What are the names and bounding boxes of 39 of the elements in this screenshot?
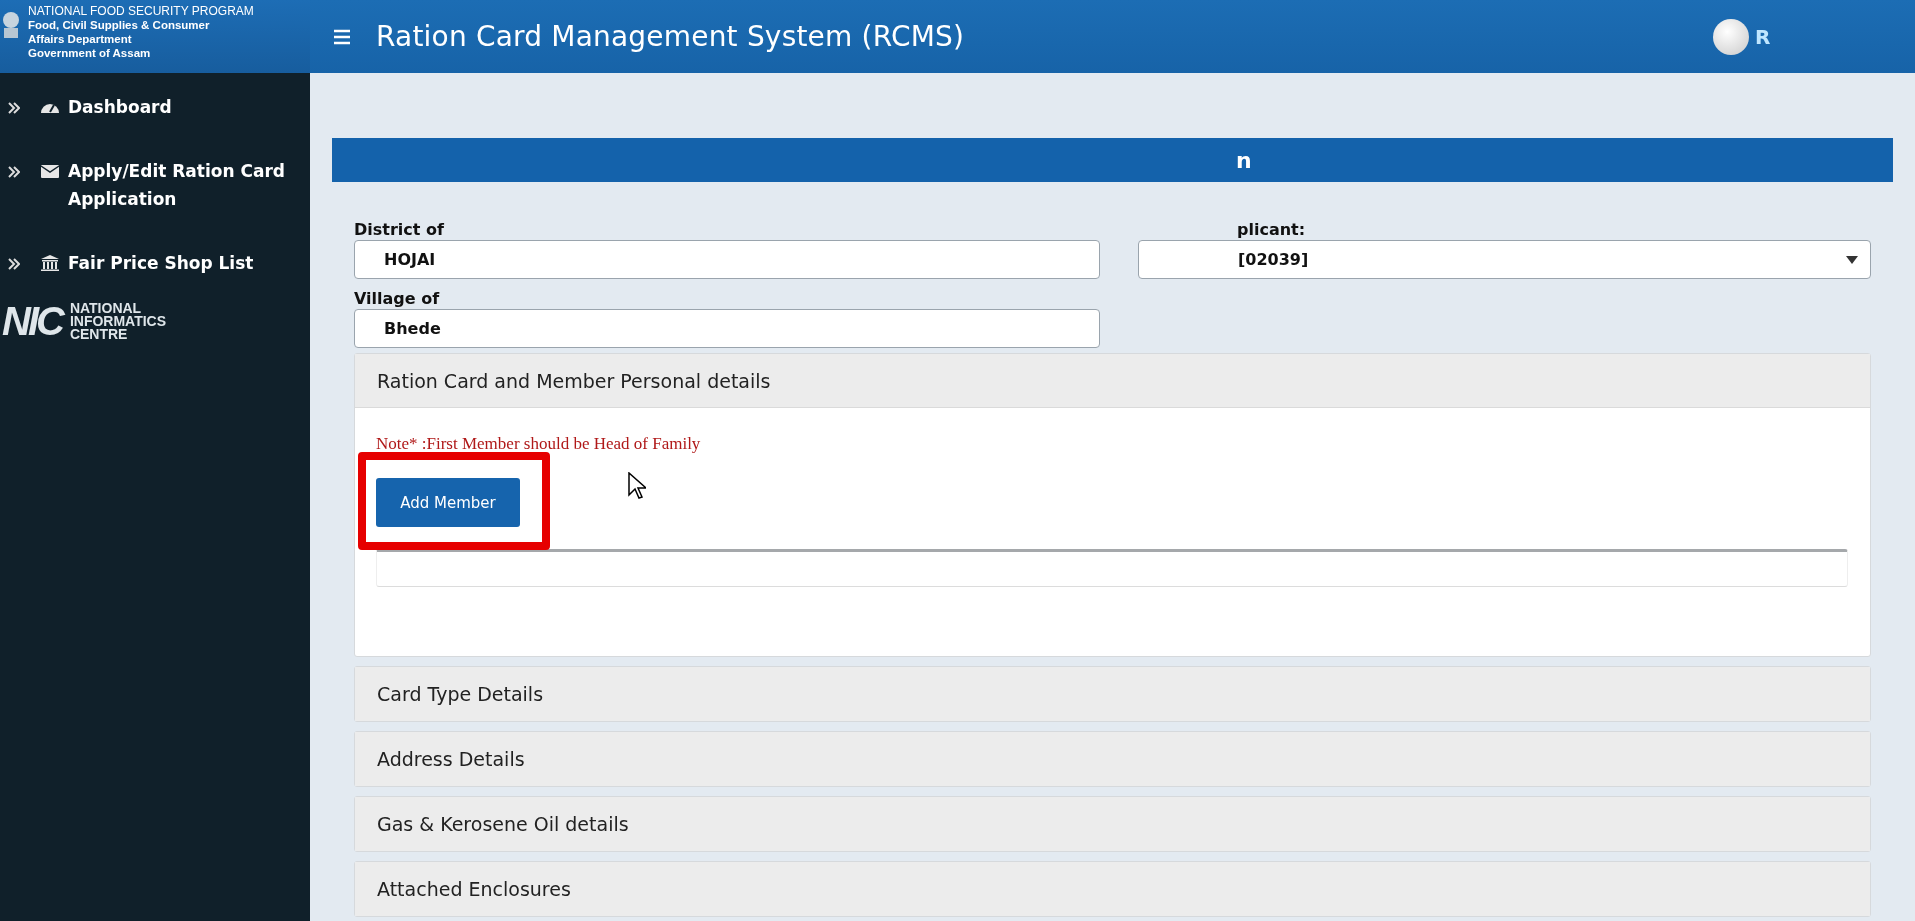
field-label: plicant:: [1236, 220, 1307, 237]
sidebar-item[interactable]: Apply/Edit Ration Card Application: [0, 151, 310, 219]
section-header[interactable]: Ration Card and Member Personal details: [355, 354, 1870, 408]
user-name[interactable]: R: [1755, 24, 1915, 49]
sidebar-item-label: Apply/Edit Ration Card Application: [68, 160, 286, 211]
double-chevron-icon: [8, 102, 20, 114]
input-field[interactable]: Bhede: [354, 309, 1100, 348]
org-name-line: NATIONAL FOOD SECURITY PROGRAM: [28, 4, 254, 18]
org-name-line: Government of Assam: [28, 46, 152, 60]
app-title: Ration Card Management System (RCMS): [376, 20, 966, 53]
bank-icon: [40, 254, 60, 272]
add-member-button[interactable]: Add Member: [376, 478, 520, 527]
double-chevron-icon: [8, 166, 20, 178]
cursor-icon: [628, 472, 646, 500]
sidebar-item-label: Dashboard: [68, 96, 172, 119]
input-field[interactable]: HOJAI: [354, 240, 1100, 279]
org-name-line: Food, Civil Supplies & Consumer: [28, 18, 211, 32]
field-label: District of: [354, 220, 445, 237]
nic-logo-mark: NIC: [2, 301, 62, 341]
note-text: Note* :First Member should be Head of Family: [376, 434, 701, 454]
dropdown-field[interactable]: [02039]: [1138, 240, 1871, 279]
avatar-icon[interactable]: [1713, 18, 1749, 55]
logo-text-line: CENTRE: [69, 327, 128, 341]
section-header[interactable]: Attached Enclosures: [355, 862, 1870, 916]
double-chevron-icon: [8, 258, 20, 270]
form-title-bar: n: [332, 138, 1893, 182]
section-header[interactable]: Card Type Details: [355, 667, 1870, 721]
section-header[interactable]: Gas & Kerosene Oil details: [355, 797, 1870, 851]
section-header[interactable]: Address Details: [355, 732, 1870, 786]
sidebar-item-label: Fair Price Shop List: [68, 252, 254, 275]
logo-text-line: NATIONAL: [69, 301, 143, 315]
mail-icon: [40, 162, 60, 180]
caret-icon: [1846, 255, 1858, 264]
sidebar-item[interactable]: Fair Price Shop List: [0, 243, 310, 283]
org-name-line: Affairs Department: [28, 32, 133, 46]
field-label: Village of: [354, 289, 441, 306]
logo-text-line: INFORMATICS: [69, 314, 167, 328]
sidebar-item[interactable]: Dashboard: [0, 87, 310, 127]
menu-icon[interactable]: [332, 28, 352, 45]
